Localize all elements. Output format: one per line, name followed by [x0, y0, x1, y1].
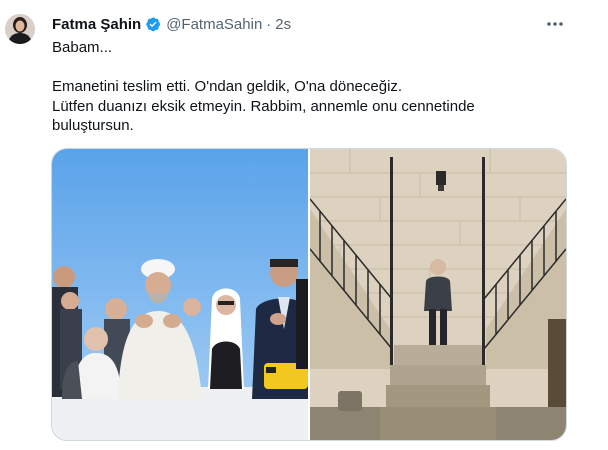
tweet-text-line: Lütfen duanızı eksik etmeyin. Rabbim, an… [52, 97, 475, 115]
tweet-text: Babam... Emanetini teslim etti. O'ndan g… [52, 38, 552, 136]
tweet-text-line: buluştursun. [52, 117, 134, 134]
author-name[interactable]: Fatma Şahin [52, 16, 141, 33]
tweet[interactable]: Fatma Şahin @FatmaSahin · 2s Babam... Em… [0, 0, 608, 450]
verified-badge-icon [145, 16, 161, 32]
header-separator: · [266, 15, 272, 33]
more-options-icon[interactable] [544, 14, 566, 34]
tweet-text-line: Emanetini teslim etti. O'ndan geldik, O'… [52, 78, 403, 95]
tweet-text-line: Babam... [52, 39, 113, 56]
tweet-text-blank-line [52, 58, 552, 78]
tweet-media[interactable] [51, 148, 567, 441]
media-photo-courtyard[interactable] [310, 149, 566, 440]
tweet-header: Fatma Şahin @FatmaSahin · 2s [52, 14, 291, 34]
tweet-timestamp[interactable]: 2s [275, 16, 291, 33]
author-handle[interactable]: @FatmaSahin [166, 16, 262, 33]
author-avatar[interactable] [5, 14, 35, 44]
media-photo-prayer[interactable] [52, 149, 308, 440]
